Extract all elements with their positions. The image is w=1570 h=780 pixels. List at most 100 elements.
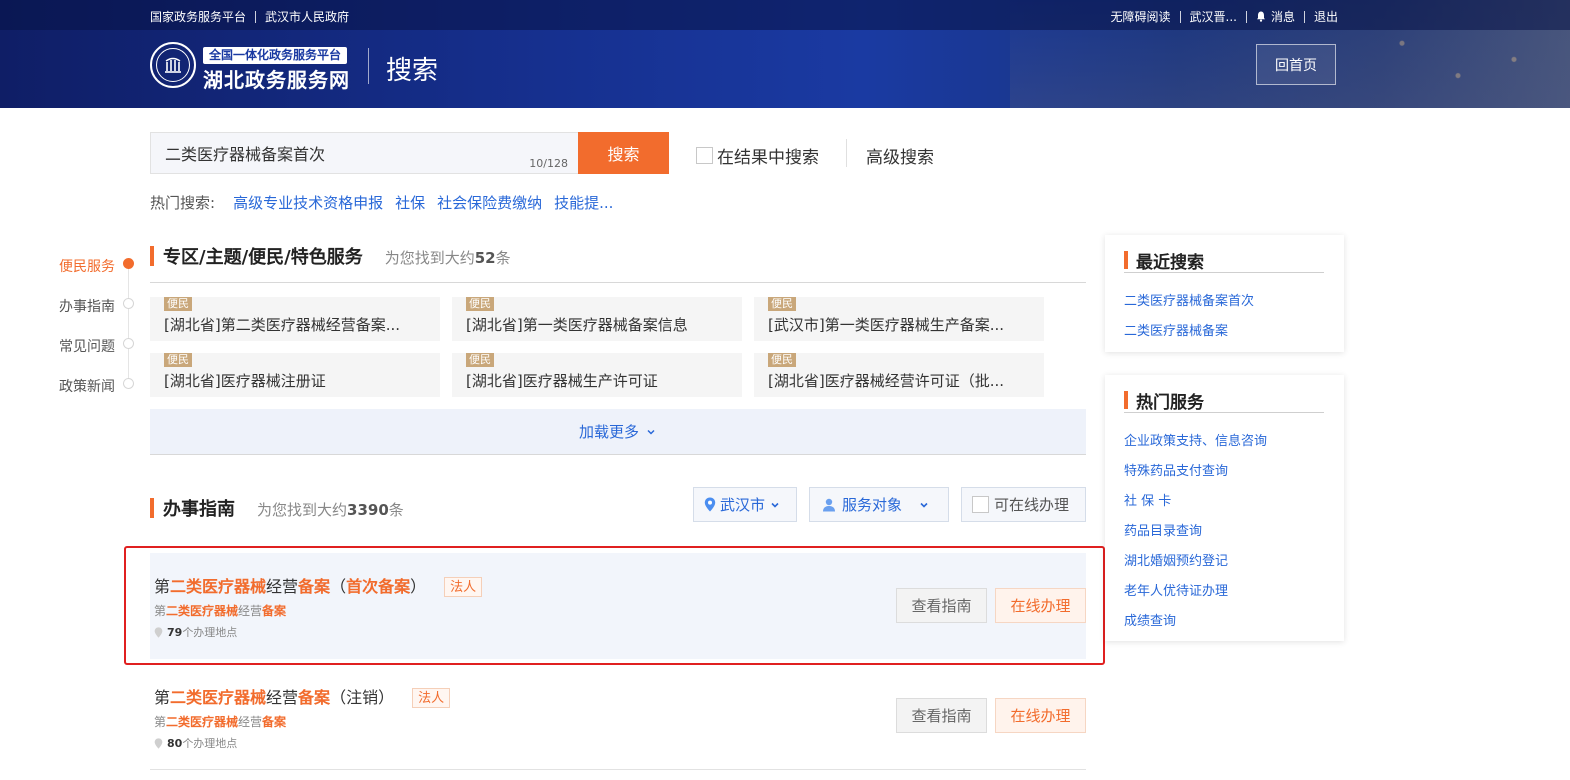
search-box: 10/128 bbox=[150, 132, 579, 174]
search-in-results-checkbox[interactable] bbox=[696, 147, 713, 164]
section-accent-bar bbox=[150, 246, 154, 266]
logout-link[interactable]: 退出 bbox=[1314, 8, 1338, 25]
section-divider bbox=[150, 282, 1086, 283]
service-name: [湖北省]第二类医疗器械经营备案... bbox=[164, 316, 401, 334]
hot-service-link[interactable]: 湖北婚姻预约登记 bbox=[1124, 550, 1228, 569]
bell-icon[interactable] bbox=[1256, 11, 1266, 22]
view-guide-button[interactable]: 查看指南 bbox=[896, 698, 987, 733]
highlight-annotation-frame bbox=[124, 546, 1105, 665]
divider bbox=[846, 139, 847, 167]
service-tag: 便民 bbox=[466, 297, 494, 311]
services-section-title: 专区/主题/便民/特色服务 bbox=[163, 247, 363, 268]
hot-search-link[interactable]: 社会保险费缴纳 bbox=[437, 192, 542, 213]
nav-item-guide[interactable]: 办事指南 bbox=[58, 296, 138, 336]
location-pin-icon bbox=[154, 737, 163, 749]
hot-services-panel: 热门服务 企业政策支持、信息咨询 特殊药品支付查询 社 保 卡 药品目录查询 湖… bbox=[1105, 375, 1344, 641]
link-national-platform[interactable]: 国家政务服务平台 bbox=[150, 8, 246, 25]
messages-link[interactable]: 消息 bbox=[1271, 8, 1295, 25]
hot-service-link[interactable]: 特殊药品支付查询 bbox=[1124, 460, 1228, 479]
nav-dot-icon bbox=[123, 258, 134, 269]
search-input[interactable] bbox=[151, 133, 578, 173]
search-button[interactable]: 搜索 bbox=[578, 132, 669, 174]
section-accent-bar bbox=[1124, 251, 1128, 269]
service-name: [湖北省]医疗器械经营许可证（批... bbox=[768, 372, 1005, 390]
hot-services-header: 热门服务 bbox=[1124, 388, 1324, 413]
guide-result-count: 为您找到大约3390条 bbox=[257, 501, 404, 519]
service-name: [武汉市]第一类医疗器械生产备案... bbox=[768, 316, 1005, 334]
nav-item-label: 办事指南 bbox=[59, 299, 115, 315]
recent-search-link[interactable]: 二类医疗器械备案首次 bbox=[1124, 290, 1254, 309]
guide-result-item[interactable]: 第二类医疗器械经营备案（注销） 法人 第二类医疗器械经营备案 80 个办理地点 查看… bbox=[150, 670, 1086, 770]
nav-item-label: 常见问题 bbox=[59, 339, 115, 355]
hot-search-label: 热门搜索: bbox=[150, 194, 216, 212]
service-tag: 便民 bbox=[768, 353, 796, 367]
nav-dot-icon bbox=[123, 298, 134, 309]
nav-item-news[interactable]: 政策新闻 bbox=[58, 376, 138, 416]
left-anchor-nav: 便民服务 办事指南 常见问题 政策新闻 bbox=[58, 256, 138, 416]
service-card[interactable]: 便民 [湖北省]医疗器械注册证 bbox=[150, 353, 440, 397]
site-name[interactable]: 湖北政务服务网 bbox=[203, 64, 350, 93]
location-pin-icon bbox=[704, 497, 716, 512]
load-more-button[interactable]: 加载更多 bbox=[150, 409, 1086, 455]
city-filter-dropdown[interactable]: 武汉市 bbox=[693, 487, 797, 522]
online-apply-button[interactable]: 在线办理 bbox=[995, 698, 1086, 733]
divider bbox=[1179, 10, 1181, 23]
page-title: 搜索 bbox=[386, 56, 439, 86]
section-accent-bar bbox=[1124, 391, 1128, 409]
divider bbox=[1303, 10, 1305, 23]
service-tag: 便民 bbox=[164, 353, 192, 367]
chevron-down-icon bbox=[771, 502, 779, 508]
hot-service-link[interactable]: 企业政策支持、信息咨询 bbox=[1124, 430, 1267, 449]
search-in-results-option[interactable]: 在结果中搜索 bbox=[696, 143, 819, 168]
result-type-tag: 法人 bbox=[412, 688, 451, 708]
service-card[interactable]: 便民 [湖北省]医疗器械经营许可证（批... bbox=[754, 353, 1044, 397]
divider bbox=[255, 10, 257, 23]
hot-service-link[interactable]: 老年人优待证办理 bbox=[1124, 580, 1228, 599]
hot-service-link[interactable]: 成绩查询 bbox=[1124, 610, 1176, 629]
result-title[interactable]: 第二类医疗器械经营备案（注销） 法人 bbox=[154, 684, 451, 708]
recent-search-panel: 最近搜索 二类医疗器械备案首次 二类医疗器械备案 bbox=[1105, 235, 1344, 352]
recent-search-link[interactable]: 二类医疗器械备案 bbox=[1124, 320, 1228, 339]
nav-item-convenience[interactable]: 便民服务 bbox=[58, 256, 138, 296]
home-button[interactable]: 回首页 bbox=[1256, 44, 1336, 85]
nav-item-faq[interactable]: 常见问题 bbox=[58, 336, 138, 376]
service-card[interactable]: 便民 [湖北省]第二类医疗器械经营备案... bbox=[150, 297, 440, 341]
advanced-search-link[interactable]: 高级搜索 bbox=[866, 143, 934, 168]
header-divider bbox=[368, 48, 369, 84]
service-tag: 便民 bbox=[164, 297, 192, 311]
hot-search-row: 热门搜索: 高级专业技术资格申报 社保 社会保险费缴纳 技能提... bbox=[150, 192, 625, 213]
emblem-logo-icon[interactable] bbox=[150, 42, 196, 88]
guide-section-title: 办事指南 bbox=[163, 499, 235, 520]
service-name: [湖北省]医疗器械注册证 bbox=[164, 372, 326, 390]
service-tag: 便民 bbox=[466, 353, 494, 367]
hot-search-link[interactable]: 社保 bbox=[395, 192, 425, 213]
online-filter-option[interactable]: 可在线办理 bbox=[961, 487, 1086, 522]
top-bar: 国家政务服务平台 武汉市人民政府 无障碍阅读 武汉晋... 消息 退出 bbox=[0, 0, 1570, 30]
service-name: [湖北省]第一类医疗器械备案信息 bbox=[466, 316, 688, 334]
hot-search-link[interactable]: 技能提... bbox=[554, 192, 613, 213]
service-tag: 便民 bbox=[768, 297, 796, 311]
service-card[interactable]: 便民 [武汉市]第一类医疗器械生产备案... bbox=[754, 297, 1044, 341]
accessibility-link[interactable]: 无障碍阅读 bbox=[1111, 8, 1171, 25]
section-accent-bar bbox=[150, 498, 154, 518]
service-name: [湖北省]医疗器械生产许可证 bbox=[466, 372, 658, 390]
service-target-label: 服务对象 bbox=[842, 496, 903, 514]
guide-section-header: 办事指南 为您找到大约3390条 bbox=[150, 495, 404, 521]
hot-service-link[interactable]: 药品目录查询 bbox=[1124, 520, 1202, 539]
nav-item-label: 政策新闻 bbox=[59, 379, 115, 395]
service-card[interactable]: 便民 [湖北省]第一类医疗器械备案信息 bbox=[452, 297, 742, 341]
service-card[interactable]: 便民 [湖北省]医疗器械生产许可证 bbox=[452, 353, 742, 397]
recent-search-header: 最近搜索 bbox=[1124, 248, 1324, 273]
services-section-header: 专区/主题/便民/特色服务 为您找到大约52条 bbox=[150, 243, 511, 269]
service-target-dropdown[interactable]: 服务对象 bbox=[809, 487, 949, 522]
online-filter-checkbox[interactable] bbox=[972, 496, 989, 513]
platform-badge: 全国一体化政务服务平台 bbox=[203, 47, 348, 64]
online-filter-label: 可在线办理 bbox=[994, 496, 1070, 514]
hot-search-link[interactable]: 高级专业技术资格申报 bbox=[233, 192, 383, 213]
nav-dot-icon bbox=[123, 338, 134, 349]
hot-services-title: 热门服务 bbox=[1136, 392, 1204, 413]
link-wuhan-government[interactable]: 武汉市人民政府 bbox=[265, 8, 349, 25]
user-name-link[interactable]: 武汉晋... bbox=[1190, 8, 1237, 25]
divider bbox=[1245, 10, 1247, 23]
hot-service-link[interactable]: 社 保 卡 bbox=[1124, 490, 1171, 509]
